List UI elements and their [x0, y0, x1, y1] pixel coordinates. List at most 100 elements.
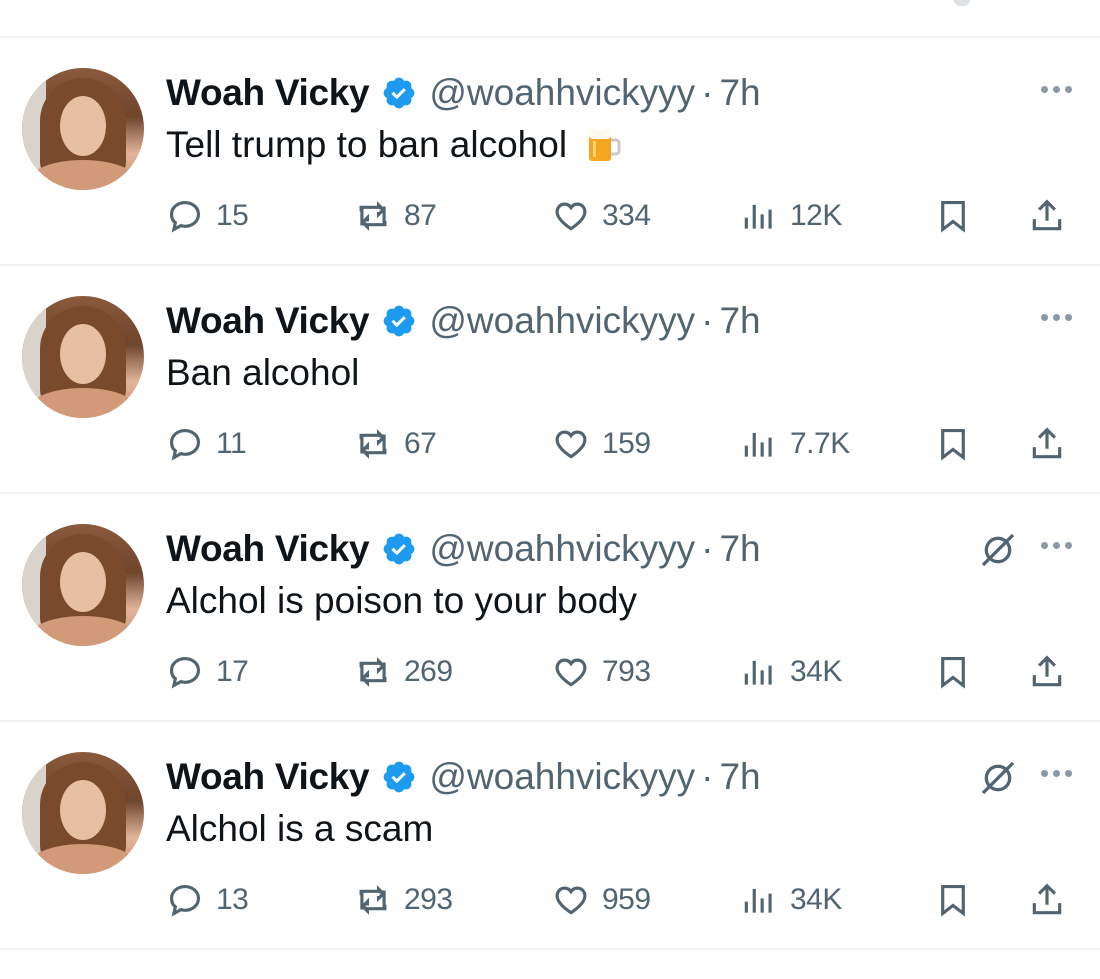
reply-icon [169, 200, 201, 233]
tweet[interactable]: Woah Vicky @woahhvickyyy · 7h Tell trump… [0, 38, 1100, 266]
share-button[interactable] [1028, 422, 1066, 466]
share-button[interactable] [1028, 194, 1066, 238]
handle[interactable]: @woahhvickyyy [429, 72, 695, 114]
retweet-button[interactable]: 67 [354, 422, 437, 466]
views-button[interactable]: 7.7K [740, 422, 850, 466]
verified-badge-icon [383, 77, 415, 109]
timestamp[interactable]: 7h [719, 756, 760, 798]
retweet-button[interactable]: 293 [354, 878, 453, 922]
like-count: 793 [602, 655, 651, 688]
bookmark-button[interactable] [934, 422, 972, 466]
bookmark-icon [941, 884, 965, 917]
more-icon[interactable] [1041, 770, 1072, 777]
views-button[interactable]: 34K [740, 878, 842, 922]
verified-badge-icon [383, 761, 415, 793]
timestamp[interactable]: 7h [719, 528, 760, 570]
reply-icon [169, 428, 201, 461]
views-count: 34K [790, 655, 842, 688]
reply-button[interactable]: 13 [166, 878, 249, 922]
tweet-header: Woah Vicky @woahhvickyyy · 7h [166, 754, 761, 800]
views-count: 7.7K [790, 427, 850, 460]
views-button[interactable]: 34K [740, 650, 842, 694]
tweet-header: Woah Vicky @woahhvickyyy · 7h [166, 70, 761, 116]
handle[interactable]: @woahhvickyyy [429, 300, 695, 342]
retweet-button[interactable]: 269 [354, 650, 453, 694]
share-button[interactable] [1028, 650, 1066, 694]
like-count: 334 [602, 199, 651, 232]
bookmark-button[interactable] [934, 878, 972, 922]
like-button[interactable]: 793 [552, 650, 651, 694]
action-bar: 17 269 793 34K [166, 650, 1076, 694]
retweet-icon [359, 201, 387, 231]
separator: · [701, 756, 714, 797]
reply-button[interactable]: 17 [166, 650, 249, 694]
bookmark-icon [941, 656, 965, 689]
share-icon [1032, 427, 1062, 459]
more-icon[interactable] [1041, 314, 1072, 321]
heart-icon [555, 886, 587, 915]
handle[interactable]: @woahhvickyyy [429, 756, 695, 798]
reply-count: 15 [216, 199, 249, 232]
share-button[interactable] [1028, 878, 1066, 922]
retweet-count: 269 [404, 655, 453, 688]
bookmark-button[interactable] [934, 194, 972, 238]
avatar[interactable] [22, 752, 144, 874]
retweet-count: 87 [404, 199, 437, 232]
display-name[interactable]: Woah Vicky [166, 756, 370, 798]
separator: · [701, 72, 714, 113]
reply-count: 17 [216, 655, 249, 688]
like-button[interactable]: 334 [552, 194, 651, 238]
muted-icon[interactable] [978, 758, 1018, 798]
share-icon [1032, 883, 1062, 915]
reply-icon [169, 884, 201, 917]
tweet-header: Woah Vicky @woahhvickyyy · 7h [166, 298, 761, 344]
tweet-text-content: Tell trump to ban alcohol [166, 124, 568, 165]
tweet[interactable]: Woah Vicky @woahhvickyyy · 7h Alchol is … [0, 494, 1100, 722]
timestamp[interactable]: 7h [719, 300, 760, 342]
action-bar: 11 67 159 7.7K [166, 422, 1076, 466]
display-name[interactable]: Woah Vicky [166, 528, 370, 570]
avatar[interactable] [22, 296, 144, 418]
tweet-text: Alchol is a scam [166, 806, 433, 852]
handle[interactable]: @woahhvickyyy [429, 528, 695, 570]
reply-button[interactable]: 15 [166, 194, 249, 238]
retweet-button[interactable]: 87 [354, 194, 437, 238]
views-count: 12K [790, 199, 842, 232]
muted-icon[interactable] [978, 530, 1018, 570]
like-count: 959 [602, 883, 651, 916]
tweet[interactable]: Woah Vicky @woahhvickyyy · 7h Ban alcoho… [0, 266, 1100, 494]
retweet-icon [359, 429, 387, 459]
tweet-text-content: Alchol is a scam [166, 808, 434, 849]
heart-icon [555, 430, 587, 459]
like-button[interactable]: 159 [552, 422, 651, 466]
separator: · [701, 528, 714, 569]
action-bar: 13 293 959 34K [166, 878, 1076, 922]
more-icon[interactable] [1041, 86, 1072, 93]
timestamp[interactable]: 7h [719, 72, 760, 114]
reply-button[interactable]: 11 [166, 422, 247, 466]
verified-badge-icon [383, 305, 415, 337]
bookmark-button[interactable] [934, 650, 972, 694]
tweet-text: Alchol is poison to your body [166, 578, 637, 624]
separator: · [701, 300, 714, 341]
heart-icon [555, 202, 587, 231]
beer-mug-icon [589, 128, 621, 161]
reply-count: 11 [216, 427, 247, 460]
views-button[interactable]: 12K [740, 194, 842, 238]
action-bar: 15 87 334 12K [166, 194, 1076, 238]
tweet-header: Woah Vicky @woahhvickyyy · 7h [166, 526, 761, 572]
verified-badge-icon [383, 533, 415, 565]
avatar[interactable] [22, 68, 144, 190]
previous-tweet-icon-fragment [954, 0, 970, 6]
like-button[interactable]: 959 [552, 878, 651, 922]
share-icon [1032, 199, 1062, 231]
display-name[interactable]: Woah Vicky [166, 72, 370, 114]
tweet[interactable]: Woah Vicky @woahhvickyyy · 7h Alchol is … [0, 722, 1100, 950]
views-icon [744, 204, 772, 229]
tweet-text: Tell trump to ban alcohol [166, 122, 623, 168]
views-count: 34K [790, 883, 842, 916]
retweet-icon [359, 885, 387, 915]
display-name[interactable]: Woah Vicky [166, 300, 370, 342]
more-icon[interactable] [1041, 542, 1072, 549]
avatar[interactable] [22, 524, 144, 646]
